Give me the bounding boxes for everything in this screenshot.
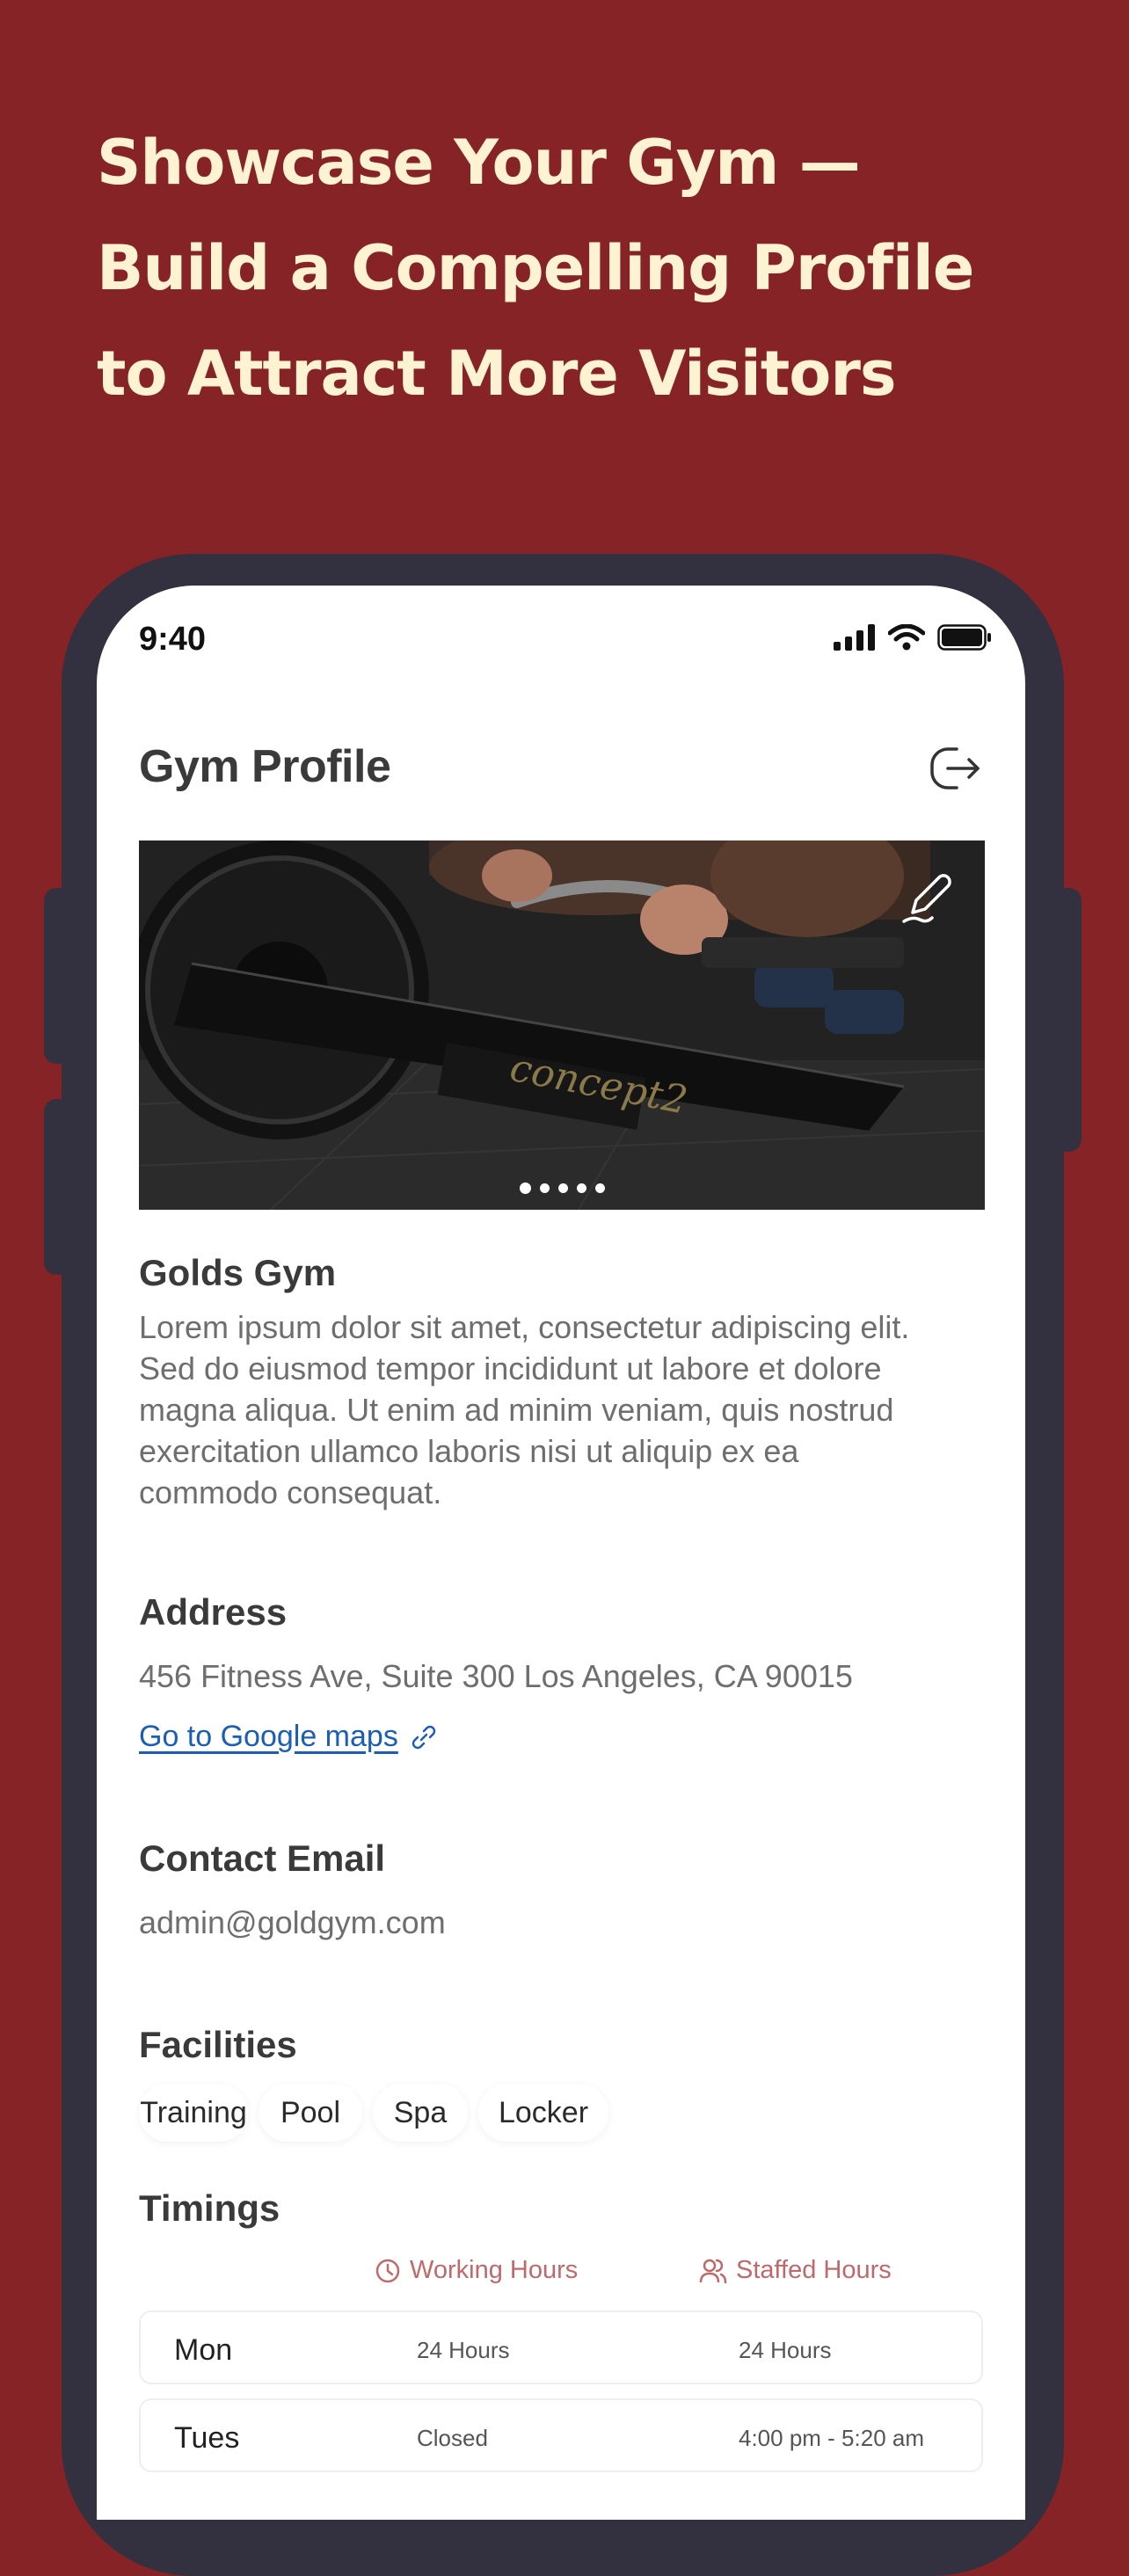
- timings-row: Tues Closed 4:00 pm - 5:20 am: [139, 2398, 983, 2472]
- gym-name: Golds Gym: [139, 1252, 337, 1293]
- carousel-dot[interactable]: [576, 1183, 586, 1193]
- logout-button[interactable]: [927, 740, 983, 797]
- description-line: commodo consequat.: [139, 1474, 442, 1510]
- status-time: 9:40: [139, 621, 207, 658]
- carousel-dots: [139, 1182, 985, 1194]
- timings-heading: Timings: [139, 2187, 280, 2229]
- staffed-hours-label: Staffed Hours: [736, 2256, 892, 2284]
- carousel-dot[interactable]: [539, 1183, 550, 1193]
- google-maps-link-label: Go to Google maps: [139, 1720, 398, 1753]
- status-icons: [834, 624, 992, 651]
- working-hours-header: Working Hours: [375, 2256, 578, 2285]
- external-link-icon: [412, 1725, 436, 1749]
- clock-icon: [375, 2259, 400, 2282]
- timings-day: Tues: [174, 2421, 240, 2455]
- address-value: 456 Fitness Ave, Suite 300 Los Angeles, …: [139, 1658, 853, 1694]
- facility-chip[interactable]: Spa: [373, 2084, 468, 2142]
- users-icon: [699, 2259, 727, 2283]
- phone-screen: 9:40 Gym Profile concept2 Golds Gym Lore…: [97, 586, 1025, 2520]
- timings-day: Mon: [174, 2333, 233, 2367]
- wifi-icon: [888, 624, 925, 651]
- timings-working-value: Closed: [417, 2425, 488, 2451]
- facilities-list: Training Pool Spa Locker: [139, 2084, 608, 2142]
- cellular-signal-icon: [834, 624, 875, 651]
- contact-email-value: admin@goldgym.com: [139, 1904, 446, 1940]
- facilities-heading: Facilities: [139, 2024, 297, 2065]
- address-heading: Address: [139, 1591, 288, 1633]
- working-hours-label: Working Hours: [410, 2256, 579, 2284]
- headline-line-1: Showcase Your Gym —: [97, 127, 861, 199]
- status-bar: 9:40: [97, 586, 1025, 691]
- battery-icon: [937, 624, 991, 651]
- gym-photo-carousel[interactable]: concept2: [139, 840, 985, 1210]
- google-maps-link[interactable]: Go to Google maps: [139, 1720, 437, 1754]
- staffed-hours-header: Staffed Hours: [699, 2256, 892, 2285]
- page-title: Gym Profile: [139, 741, 391, 792]
- header: Gym Profile: [139, 740, 983, 811]
- edit-photo-button[interactable]: [897, 867, 958, 928]
- facility-chip[interactable]: Training: [139, 2084, 248, 2142]
- timings-staffed-value: 4:00 pm - 5:20 am: [739, 2425, 924, 2451]
- description-line: magna aliqua. Ut enim ad minim veniam, q…: [139, 1392, 894, 1428]
- facility-chip[interactable]: Pool: [259, 2084, 362, 2142]
- timings-working-value: 24 Hours: [417, 2337, 510, 2363]
- carousel-dot[interactable]: [519, 1182, 531, 1194]
- headline-line-2: Build a Compelling Profile: [97, 232, 974, 304]
- timings-staffed-value: 24 Hours: [739, 2337, 832, 2363]
- carousel-dot[interactable]: [594, 1183, 605, 1193]
- headline-line-3: to Attract More Visitors: [97, 338, 897, 410]
- rowing-machine-photo: concept2: [139, 840, 985, 1210]
- description-line: Lorem ipsum dolor sit amet, consectetur …: [139, 1309, 910, 1345]
- description-line: Sed do eiusmod tempor incididunt ut labo…: [139, 1350, 882, 1386]
- timings-row: Mon 24 Hours 24 Hours: [139, 2310, 983, 2384]
- description-line: exercitation ullamco laboris nisi ut ali…: [139, 1433, 799, 1469]
- facility-chip[interactable]: Locker: [478, 2084, 608, 2142]
- gym-description: Lorem ipsum dolor sit amet, consectetur …: [139, 1306, 983, 1513]
- contact-email-heading: Contact Email: [139, 1837, 386, 1879]
- pencil-icon: [902, 874, 951, 923]
- logout-icon: [930, 747, 980, 790]
- headline: Showcase Your Gym — Build a Compelling P…: [97, 110, 1082, 426]
- carousel-dot[interactable]: [557, 1183, 568, 1193]
